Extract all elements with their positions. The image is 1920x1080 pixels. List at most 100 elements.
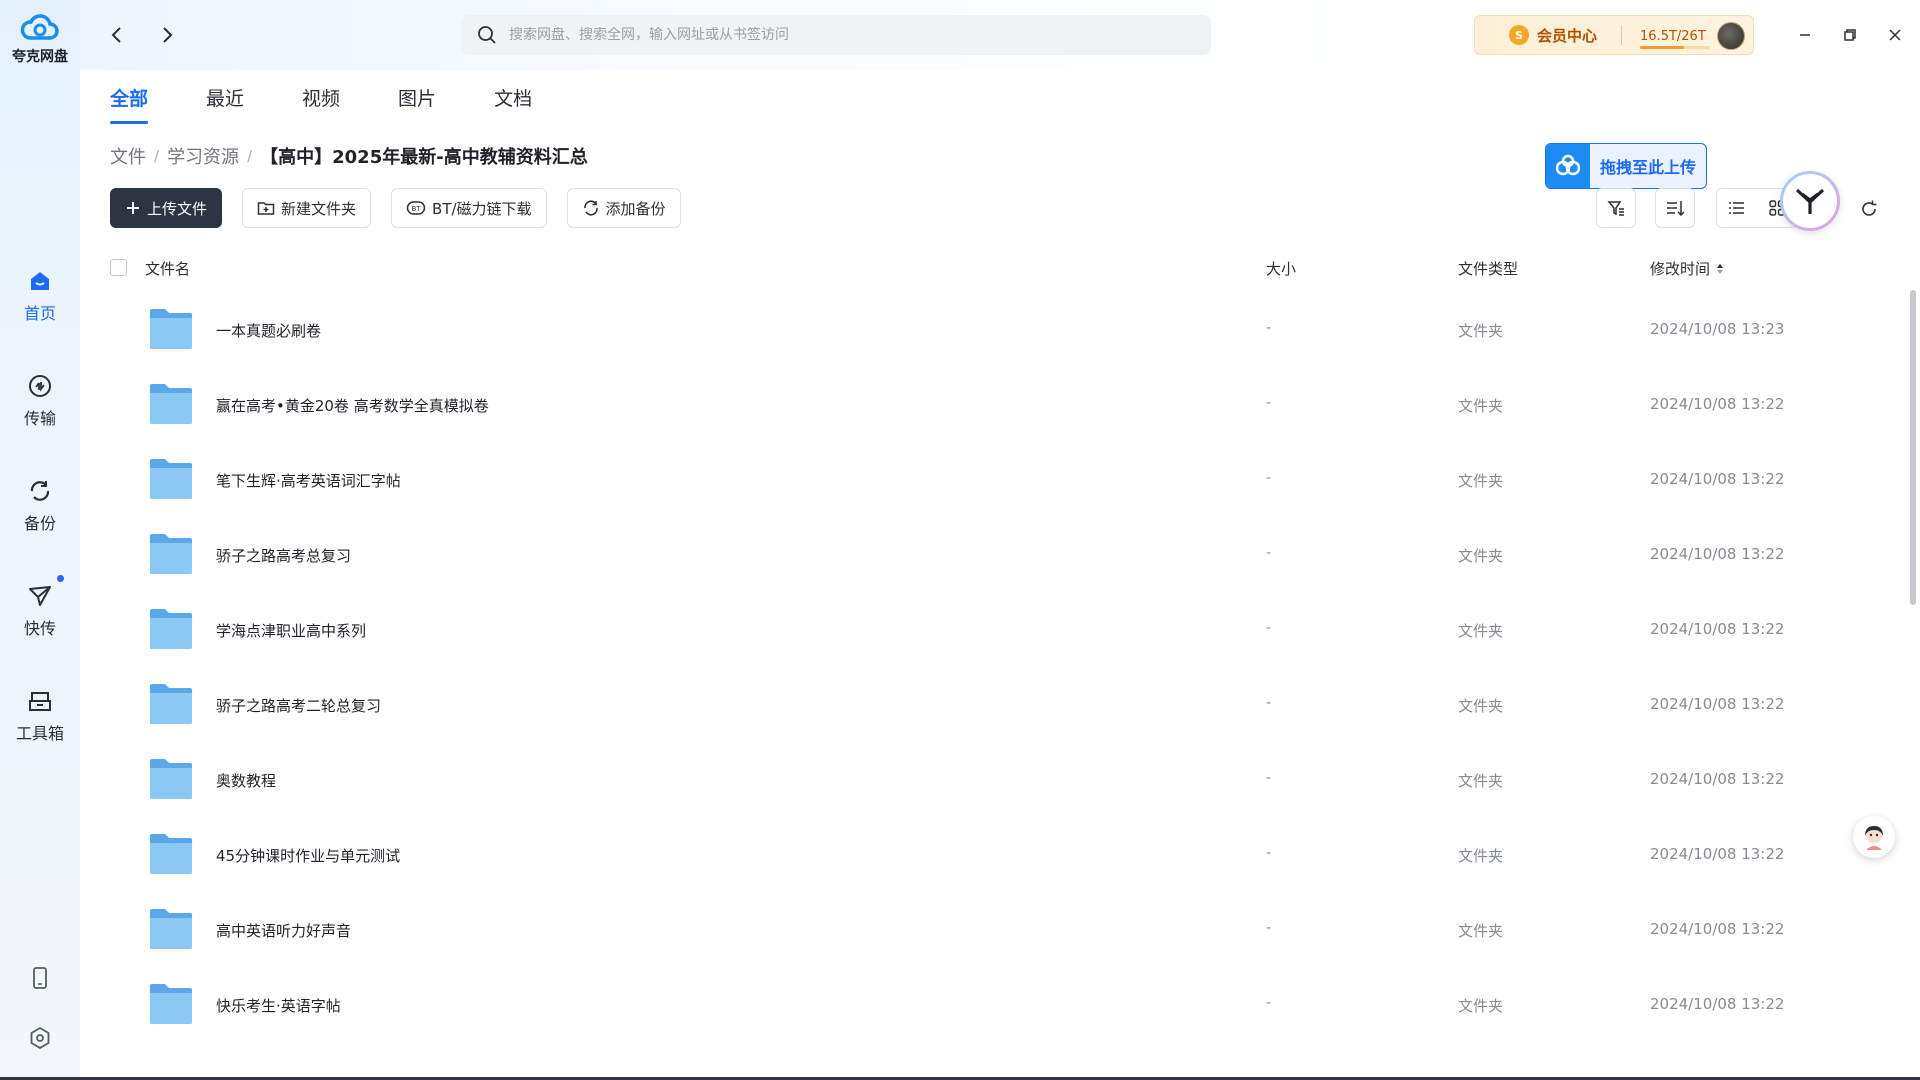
file-name[interactable]: 快乐考生·英语字帖 xyxy=(216,995,341,1016)
vip-badge-icon: S xyxy=(1509,25,1529,45)
breadcrumb-separator: / xyxy=(247,147,253,165)
column-header-type[interactable]: 文件类型 xyxy=(1458,258,1518,279)
sidebar-item-quick-send[interactable]: 快传 xyxy=(0,575,80,639)
breadcrumb-item-files[interactable]: 文件 xyxy=(110,143,146,169)
list-view-icon xyxy=(1729,202,1744,214)
file-type: 文件夹 xyxy=(1458,847,1504,865)
close-button[interactable] xyxy=(1882,22,1908,48)
column-header-name[interactable]: 文件名 xyxy=(145,258,190,279)
avatar[interactable] xyxy=(1717,22,1745,50)
app-logo[interactable]: 夸克网盘 xyxy=(0,10,80,66)
file-name[interactable]: 45分钟课时作业与单元测试 xyxy=(216,845,400,866)
folder-icon-wrap xyxy=(148,532,194,580)
tab-video[interactable]: 视频 xyxy=(302,84,340,111)
file-modified-time: 2024/10/08 13:22 xyxy=(1650,920,1785,938)
file-modified-time: 2024/10/08 13:22 xyxy=(1650,620,1785,638)
sync-icon xyxy=(583,200,598,216)
upload-file-button[interactable]: 上传文件 xyxy=(110,188,223,228)
table-row[interactable]: 45分钟课时作业与单元测试 - 文件夹 2024/10/08 13:22 xyxy=(110,818,1890,893)
chevron-right-icon xyxy=(163,27,173,43)
minimize-button[interactable] xyxy=(1792,22,1818,48)
table-row[interactable]: 骄子之路高考总复习 - 文件夹 2024/10/08 13:22 xyxy=(110,518,1890,593)
backup-icon xyxy=(30,481,50,501)
table-row[interactable]: 赢在高考•黄金20卷 高考数学全真模拟卷 - 文件夹 2024/10/08 13:22 xyxy=(110,368,1890,443)
settings-icon xyxy=(30,1026,50,1050)
bt-magnet-download-button[interactable]: BT BT/磁力链下载 xyxy=(391,188,547,228)
bt-magnet-download-label: BT/磁力链下载 xyxy=(432,199,532,218)
restore-button[interactable] xyxy=(1837,22,1863,48)
vip-center-button[interactable]: S 会员中心 16.5T/26T xyxy=(1474,15,1754,55)
file-name[interactable]: 奥数教程 xyxy=(216,770,276,791)
table-row[interactable]: 学海点津职业高中系列 - 文件夹 2024/10/08 13:22 xyxy=(110,593,1890,668)
table-row[interactable]: 一本真题必刷卷 - 文件夹 2024/10/08 13:23 xyxy=(110,293,1890,368)
list-view-button[interactable] xyxy=(1717,189,1757,227)
folder-icon xyxy=(150,534,192,574)
table-row[interactable]: 笔下生辉·高考英语词汇字帖 - 文件夹 2024/10/08 13:22 xyxy=(110,443,1890,518)
mobile-device-button[interactable] xyxy=(0,966,80,990)
column-header-modified-label: 修改时间 xyxy=(1650,260,1711,278)
file-modified-time: 2024/10/08 13:22 xyxy=(1650,845,1785,863)
tab-documents[interactable]: 文档 xyxy=(494,84,532,111)
floating-assistant-logo[interactable] xyxy=(1780,171,1840,231)
notification-dot xyxy=(57,575,64,582)
sort-button[interactable] xyxy=(1655,188,1695,228)
sidebar-item-transfer[interactable]: 传输 xyxy=(0,373,80,429)
sidebar-item-toolbox[interactable]: 工具箱 xyxy=(0,688,80,744)
breadcrumb-current-folder: 【高中】2025年最新-高中教辅资料汇总 xyxy=(260,147,588,168)
column-header-size[interactable]: 大小 xyxy=(1266,258,1296,279)
top-bar: S 会员中心 16.5T/26T xyxy=(80,0,1920,70)
folder-icon-wrap xyxy=(148,307,194,355)
file-size: - xyxy=(1266,320,1272,336)
file-name[interactable]: 赢在高考•黄金20卷 高考数学全真模拟卷 xyxy=(216,395,489,416)
file-name[interactable]: 笔下生辉·高考英语词汇字帖 xyxy=(216,470,401,491)
storage-indicator[interactable]: 16.5T/26T xyxy=(1640,26,1711,49)
folder-icon-wrap xyxy=(148,832,194,880)
search-input[interactable] xyxy=(509,27,1189,43)
sidebar-item-label: 首页 xyxy=(23,304,56,323)
search-bar[interactable] xyxy=(461,15,1211,55)
file-name[interactable]: 一本真题必刷卷 xyxy=(216,320,321,341)
file-size: - xyxy=(1266,545,1272,561)
file-name[interactable]: 高中英语听力好声音 xyxy=(216,920,351,941)
file-size: - xyxy=(1266,620,1272,636)
forward-button[interactable] xyxy=(152,20,182,50)
file-name[interactable]: 骄子之路高考总复习 xyxy=(216,545,351,566)
quark-cloud-logo-icon xyxy=(20,14,59,40)
tab-images[interactable]: 图片 xyxy=(398,84,436,111)
file-name[interactable]: 学海点津职业高中系列 xyxy=(216,620,366,641)
new-folder-button[interactable]: 新建文件夹 xyxy=(242,188,372,228)
file-type: 文件夹 xyxy=(1458,922,1504,940)
back-button[interactable] xyxy=(102,20,132,50)
column-header-modified[interactable]: 修改时间 xyxy=(1650,258,1725,279)
tab-all[interactable]: 全部 xyxy=(110,84,149,124)
svg-text:BT: BT xyxy=(411,205,421,213)
file-table-header: 文件名 大小 文件类型 修改时间 xyxy=(110,256,1890,280)
table-row[interactable]: 奥数教程 - 文件夹 2024/10/08 13:22 xyxy=(110,743,1890,818)
file-size: - xyxy=(1266,395,1272,411)
table-row[interactable]: 骄子之路高考二轮总复习 - 文件夹 2024/10/08 13:22 xyxy=(110,668,1890,743)
table-row[interactable]: 高中英语听力好声音 - 文件夹 2024/10/08 13:22 xyxy=(110,893,1890,968)
scrollbar[interactable] xyxy=(1910,290,1916,605)
breadcrumb-item-study-resources[interactable]: 学习资源 xyxy=(167,143,239,169)
drag-upload-zone[interactable]: 拖拽至此上传 xyxy=(1545,143,1707,189)
refresh-button[interactable] xyxy=(1856,196,1882,222)
folder-icon xyxy=(150,609,192,649)
settings-button[interactable] xyxy=(0,1026,80,1050)
sidebar-item-backup[interactable]: 备份 xyxy=(0,478,80,534)
cloud-upload-icon xyxy=(1546,144,1590,188)
tab-recent[interactable]: 最近 xyxy=(206,84,244,111)
table-row[interactable]: 快乐考生·英语字帖 - 文件夹 2024/10/08 13:22 xyxy=(110,968,1890,1043)
file-type: 文件夹 xyxy=(1458,322,1504,340)
sidebar-item-home[interactable]: 首页 xyxy=(0,268,80,324)
folder-icon xyxy=(150,459,192,499)
add-backup-button[interactable]: 添加备份 xyxy=(566,188,681,228)
customer-service-button[interactable] xyxy=(1853,816,1895,858)
folder-icon xyxy=(150,684,192,724)
file-size: - xyxy=(1266,770,1272,786)
file-name[interactable]: 骄子之路高考二轮总复习 xyxy=(216,695,381,716)
filter-button[interactable] xyxy=(1596,188,1636,228)
sort-icon xyxy=(1667,201,1685,217)
file-modified-time: 2024/10/08 13:22 xyxy=(1650,695,1785,713)
file-type: 文件夹 xyxy=(1458,997,1504,1015)
select-all-checkbox[interactable] xyxy=(110,259,127,276)
